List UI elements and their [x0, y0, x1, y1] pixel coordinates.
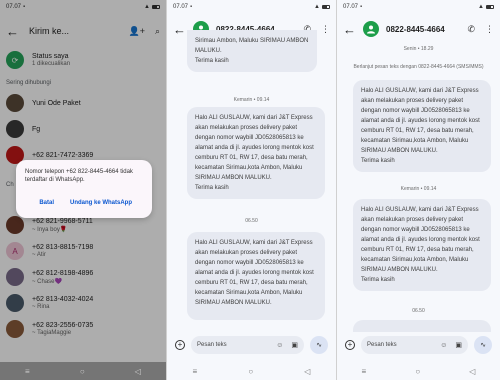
battery-icon [322, 5, 330, 9]
recents-icon[interactable]: ≡ [25, 367, 30, 376]
call-icon[interactable]: ✆ [467, 24, 475, 35]
back-arrow-icon[interactable]: ← [343, 22, 356, 37]
gallery-icon[interactable]: ▣ [455, 341, 462, 349]
add-attachment-icon[interactable]: + [345, 340, 355, 350]
chat-screen-left: 07.07 ▪ ▲ ← 0822-8445-4664 ✆ ⋮ Sirimau Am… [167, 0, 336, 380]
more-icon[interactable]: ⋮ [485, 24, 494, 35]
system-nav-bar: ≡ ○ ◁ [337, 362, 500, 380]
voice-icon[interactable]: ∿ [310, 336, 328, 354]
contact-name: 0822-8445-4664 [386, 24, 445, 34]
cancel-button[interactable]: Batal [39, 200, 54, 206]
message-bubble[interactable]: Halo ALI GUSLAUW, kami dari J&T Express … [187, 107, 325, 199]
voice-icon[interactable]: ∿ [474, 336, 492, 354]
notification-icon: ▪ [360, 4, 363, 10]
status-time: 07.07 [173, 4, 189, 10]
back-arrow-icon[interactable]: ← [173, 22, 186, 37]
signal-icon: ▲ [314, 4, 320, 10]
message-bubble[interactable]: Sirimau Ambon, Maluku SIRIMAU AMBON MALU… [187, 30, 317, 72]
message-input[interactable]: Pesan teks ☺ ▣ [361, 336, 468, 354]
recents-icon[interactable]: ≡ [362, 367, 367, 376]
timestamp: 06.50 [245, 218, 258, 224]
timestamp: 06.50 [412, 308, 425, 314]
signal-icon: ▲ [478, 4, 484, 10]
timestamp: Kemarin • 09.14 [233, 97, 270, 103]
status-bar: 07.07 ▪ ▲ [337, 0, 500, 14]
invite-button[interactable]: Undang ke WhatsApp [70, 200, 132, 206]
send-to-screen: 07.07 ▪ ▲ ← Kirim ke... 👤+ ⌕ ⟳ Status sa… [0, 0, 166, 380]
timestamp: Senin • 18.29 [403, 46, 434, 52]
message-input[interactable]: Pesan teks ☺ ▣ [191, 336, 304, 354]
system-nav-bar: ≡ ○ ◁ [0, 362, 166, 380]
chat-screen-right: 07.07 ▪ ▲ ← 0822-8445-4664 ✆ ⋮ Senin • 18… [337, 0, 500, 380]
home-icon[interactable]: ○ [80, 367, 85, 376]
gallery-icon[interactable]: ▣ [291, 341, 298, 349]
battery-icon [486, 5, 494, 9]
emoji-icon[interactable]: ☺ [440, 342, 447, 349]
recents-icon[interactable]: ≡ [193, 367, 198, 376]
contact-avatar[interactable] [363, 21, 379, 37]
composer: + Pesan teks ☺ ▣ ∿ [167, 332, 336, 358]
add-attachment-icon[interactable]: + [175, 340, 185, 350]
message-bubble[interactable]: Halo ALI GUSLAUW, kami dari J&T Express … [353, 199, 491, 291]
emoji-icon[interactable]: ☺ [276, 342, 283, 349]
composer: + Pesan teks ☺ ▣ ∿ [337, 332, 500, 358]
home-icon[interactable]: ○ [248, 367, 253, 376]
back-icon[interactable]: ◁ [135, 367, 141, 376]
more-icon[interactable]: ⋮ [321, 24, 330, 35]
chat-header: ← 0822-8445-4664 ✆ ⋮ [337, 14, 500, 44]
home-icon[interactable]: ○ [415, 367, 420, 376]
status-time: 07.07 [343, 4, 359, 10]
message-placeholder: Pesan teks [197, 342, 227, 348]
system-nav-bar: ≡ ○ ◁ [167, 362, 336, 380]
status-bar: 07.07 ▪ ▲ [167, 0, 336, 14]
back-icon[interactable]: ◁ [469, 367, 475, 376]
message-bubble[interactable]: Halo ALI GUSLAUW, kami dari J&T Express … [353, 80, 491, 172]
message-bubble[interactable]: Halo ALI GUSLAUW, kami dari J&T Express … [187, 232, 325, 320]
notification-icon: ▪ [190, 4, 193, 10]
message-bubble-partial[interactable] [353, 320, 491, 332]
timestamp: Kemarin • 09.14 [400, 186, 437, 192]
back-icon[interactable]: ◁ [304, 367, 310, 376]
message-placeholder: Pesan teks [367, 342, 397, 348]
person-icon [367, 25, 375, 34]
not-registered-dialog: Nomor telepon +62 822-8445-4664 tidak te… [16, 160, 152, 218]
continued-sms-info: Berlanjut pesan teks dengan 0822-8445-46… [353, 64, 484, 70]
dialog-message: Nomor telepon +62 822-8445-4664 tidak te… [25, 169, 133, 183]
